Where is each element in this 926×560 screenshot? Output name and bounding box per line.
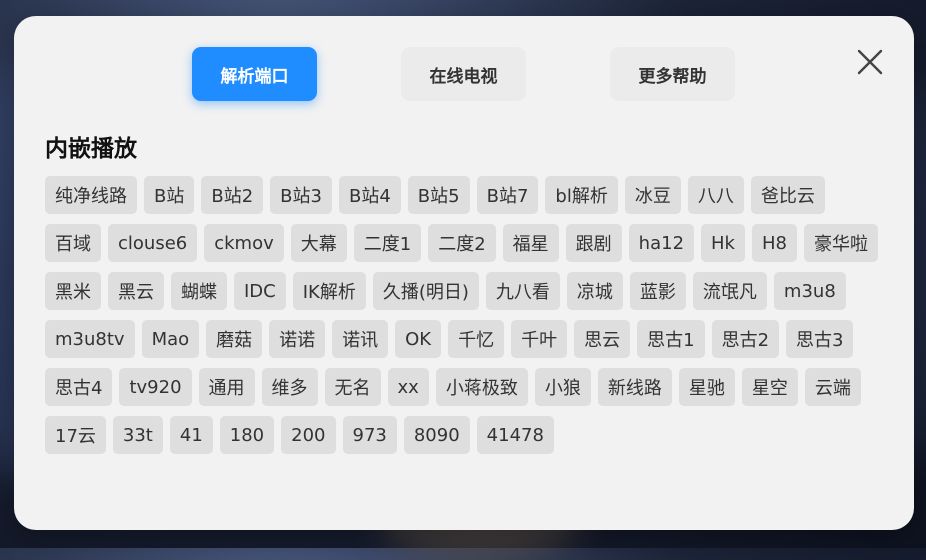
source-chip[interactable]: 41478 [476,416,554,454]
source-chip[interactable]: B站3 [270,176,332,214]
source-chip[interactable]: 新线路 [597,368,672,406]
source-chip[interactable]: 思云 [574,320,631,358]
source-chip[interactable]: Mao [141,320,200,358]
source-chip[interactable]: B站2 [201,176,264,214]
source-chip[interactable]: B站4 [338,176,401,214]
source-chip[interactable]: 九八看 [485,272,560,310]
source-chip[interactable]: 思古2 [711,320,780,358]
source-chip[interactable]: 云端 [804,368,861,406]
source-chip[interactable]: m3u8tv [45,320,135,358]
source-chip[interactable]: 纯净线路 [45,176,137,214]
source-chip[interactable]: 思古3 [786,320,854,358]
source-chip[interactable]: B站7 [476,176,539,214]
source-chip[interactable]: Hk [701,224,745,262]
source-chip[interactable]: 诺讯 [332,320,389,358]
source-chip[interactable]: 200 [281,416,336,454]
source-chip[interactable]: 33t [112,416,163,454]
source-chip[interactable]: 小狼 [534,368,591,406]
source-chip[interactable]: H8 [751,224,797,262]
source-chip[interactable]: 8090 [403,416,470,454]
source-chip[interactable]: 福星 [502,224,559,262]
source-chip[interactable]: 久播(明日) [372,272,479,310]
source-chip[interactable]: xx [387,368,429,406]
source-chip[interactable]: 流氓凡 [692,272,767,310]
source-chip[interactable]: 凉城 [566,272,623,310]
source-chip[interactable]: 蝴蝶 [171,272,227,310]
source-chip[interactable]: 小蒋极致 [435,368,528,406]
source-chip[interactable]: tv920 [119,368,192,406]
source-chip[interactable]: 17云 [45,416,106,454]
source-chip[interactable]: 豪华啦 [803,224,878,262]
source-chip[interactable]: 973 [342,416,397,454]
tab-more-help[interactable]: 更多帮助 [610,47,735,101]
source-chip[interactable]: 千忆 [448,320,505,358]
source-chip[interactable]: 蓝影 [629,272,686,310]
source-chip[interactable]: 维多 [261,368,318,406]
source-chip[interactable]: 诺诺 [269,320,326,358]
source-chip[interactable]: 星驰 [678,368,735,406]
source-chip[interactable]: IK解析 [292,272,366,310]
source-chip[interactable]: 磨菇 [206,320,263,358]
source-chip[interactable]: 180 [219,416,275,454]
tab-parse-port[interactable]: 解析端口 [192,47,317,101]
source-chip[interactable]: B站 [144,176,195,214]
source-chip[interactable]: 冰豆 [624,176,681,214]
source-chip[interactable]: OK [395,320,442,358]
source-chip[interactable]: 通用 [198,368,255,406]
source-chip[interactable]: B站5 [407,176,470,214]
source-chip[interactable]: 黑云 [108,272,164,310]
source-chip[interactable]: 星空 [741,368,798,406]
source-chip[interactable]: clouse6 [108,224,198,262]
source-chip[interactable]: IDC [234,272,286,310]
source-chip[interactable]: 大幕 [290,224,347,262]
close-icon [857,49,883,75]
source-chip[interactable]: 跟剧 [565,224,622,262]
source-chip[interactable]: 千叶 [511,320,568,358]
source-chip[interactable]: 百域 [45,224,101,262]
source-chip[interactable]: 二度2 [428,224,496,262]
source-chip[interactable]: 思古4 [45,368,113,406]
source-chip[interactable]: 无名 [324,368,381,406]
source-chip[interactable]: 41 [169,416,213,454]
source-chip-list: 纯净线路 B站 B站2 B站3 B站4 B站5 B站7 bl解析 冰豆 八八 爸比云百域 clouse… [45,176,885,454]
source-chip[interactable]: 八八 [687,176,744,214]
close-button[interactable] [852,44,888,80]
source-chip[interactable]: bl解析 [545,176,618,214]
tab-online-tv[interactable]: 在线电视 [401,47,526,101]
source-chip[interactable]: m3u8 [773,272,846,310]
source-chip[interactable]: 二度1 [353,224,422,262]
source-chip[interactable]: 思古1 [637,320,705,358]
source-dialog: 解析端口 在线电视 更多帮助 内嵌播放 纯净线路 B站 B站2 B站3 B站4 B站5 B站… [14,16,914,530]
tab-bar: 解析端口 在线电视 更多帮助 [14,47,914,101]
section-title: 内嵌播放 [45,136,137,162]
source-chip[interactable]: 黑米 [45,272,101,310]
source-chip[interactable]: 爸比云 [750,176,825,214]
source-chip[interactable]: ckmov [204,224,284,262]
source-chip[interactable]: ha12 [628,224,695,262]
